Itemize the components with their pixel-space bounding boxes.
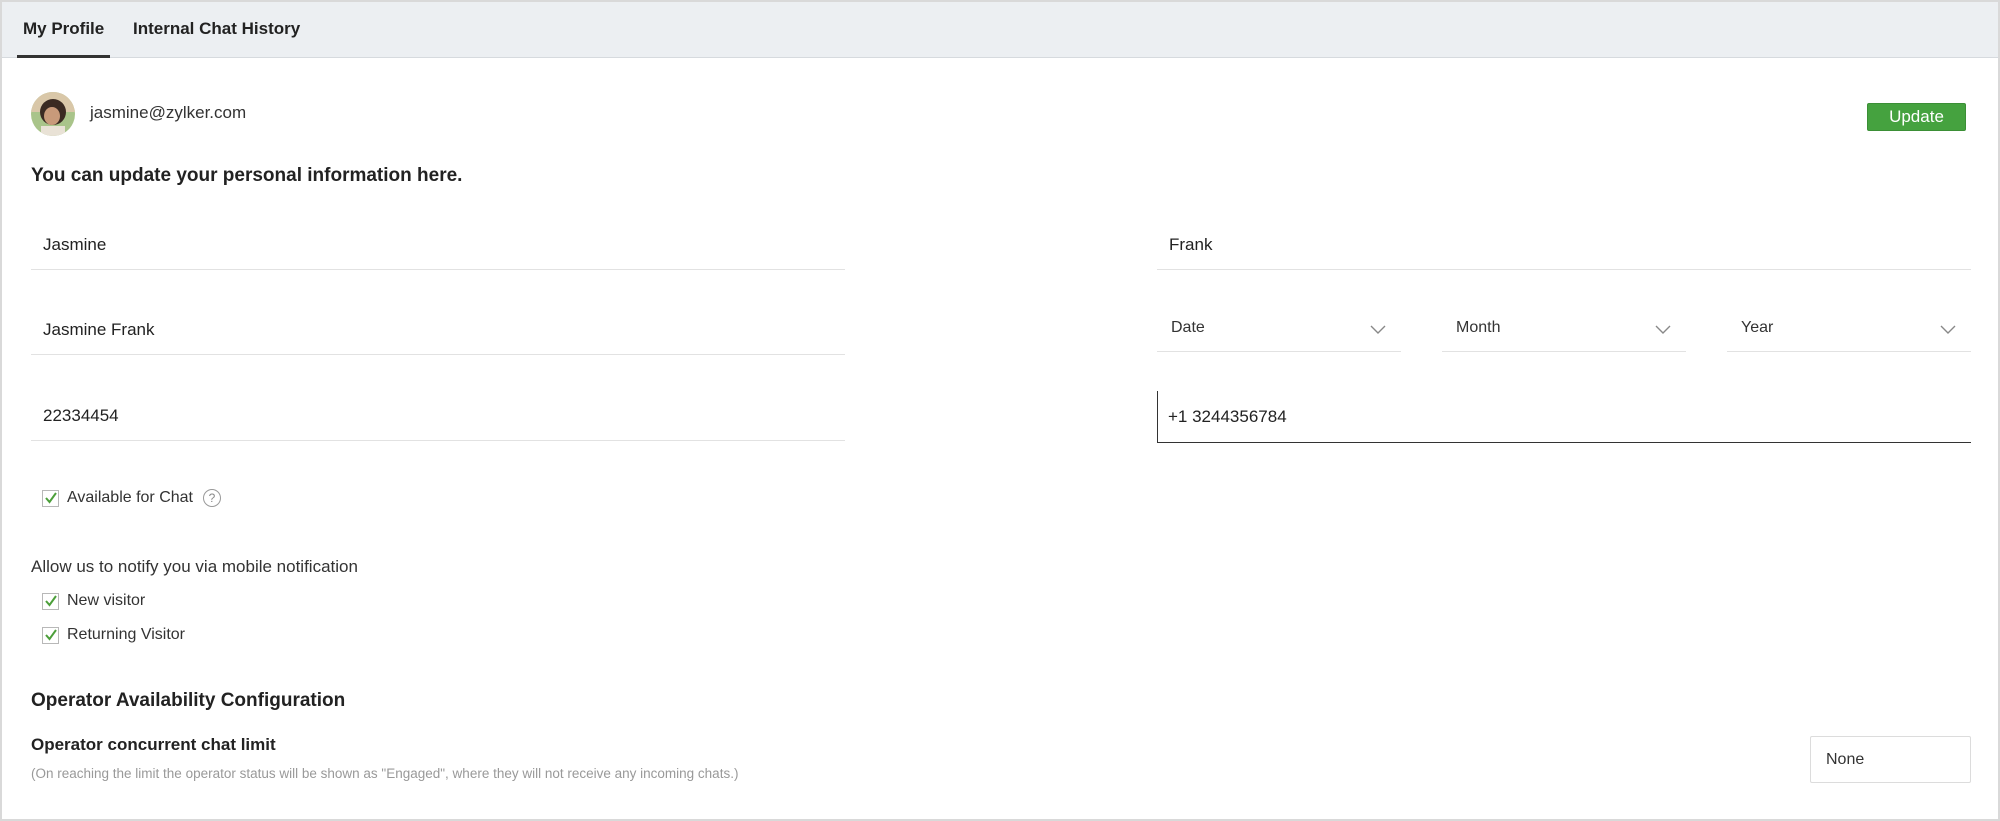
check-icon: [44, 629, 57, 641]
returning-visitor-checkbox[interactable]: [42, 626, 59, 644]
phone-input[interactable]: [1158, 391, 1971, 442]
dob-date-label: Date: [1171, 319, 1205, 336]
employee-id-input[interactable]: [31, 391, 845, 440]
check-icon: [44, 492, 57, 504]
last-name-field: [1157, 220, 1971, 270]
chat-limit-select[interactable]: None: [1810, 736, 1971, 783]
first-name-field: [31, 220, 845, 270]
last-name-input[interactable]: [1157, 220, 1971, 269]
operator-section-title: Operator Availability Configuration: [31, 690, 346, 711]
returning-visitor-label: Returning Visitor: [67, 626, 185, 643]
dob-month-label: Month: [1456, 319, 1501, 336]
first-name-input[interactable]: [31, 220, 845, 269]
check-icon: [44, 595, 57, 607]
help-icon[interactable]: ?: [203, 489, 221, 507]
chat-limit-label: Operator concurrent chat limit: [31, 735, 276, 754]
dob-year-select[interactable]: Year: [1727, 306, 1971, 352]
new-visitor-label: New visitor: [67, 592, 146, 609]
update-button[interactable]: Update: [1867, 103, 1966, 131]
returning-visitor-row: Returning Visitor: [42, 624, 185, 646]
chat-limit-note: (On reaching the limit the operator stat…: [31, 766, 739, 781]
chevron-down-icon: [1940, 325, 1956, 334]
new-visitor-row: New visitor: [42, 590, 145, 612]
display-name-input[interactable]: [31, 305, 845, 354]
tab-bar: My Profile Internal Chat History: [2, 2, 1998, 58]
tab-internal-chat-history[interactable]: Internal Chat History: [133, 2, 300, 58]
intro-heading: You can update your personal information…: [31, 165, 463, 186]
dob-date-select[interactable]: Date: [1157, 306, 1401, 352]
display-name-field: [31, 305, 845, 355]
tab-my-profile[interactable]: My Profile: [16, 2, 111, 58]
new-visitor-checkbox[interactable]: [42, 592, 59, 610]
phone-field: [1157, 391, 1971, 443]
employee-id-field: [31, 391, 845, 441]
chevron-down-icon: [1370, 325, 1386, 334]
chevron-down-icon: [1655, 325, 1671, 334]
available-for-chat-checkbox[interactable]: [42, 489, 59, 507]
available-for-chat-row: Available for Chat ?: [42, 487, 221, 509]
user-email: jasmine@zylker.com: [90, 103, 247, 122]
avatar[interactable]: [31, 92, 75, 136]
available-for-chat-label: Available for Chat: [67, 489, 193, 506]
dob-month-select[interactable]: Month: [1442, 306, 1686, 352]
dob-year-label: Year: [1741, 319, 1774, 336]
notification-heading: Allow us to notify you via mobile notifi…: [31, 557, 358, 576]
